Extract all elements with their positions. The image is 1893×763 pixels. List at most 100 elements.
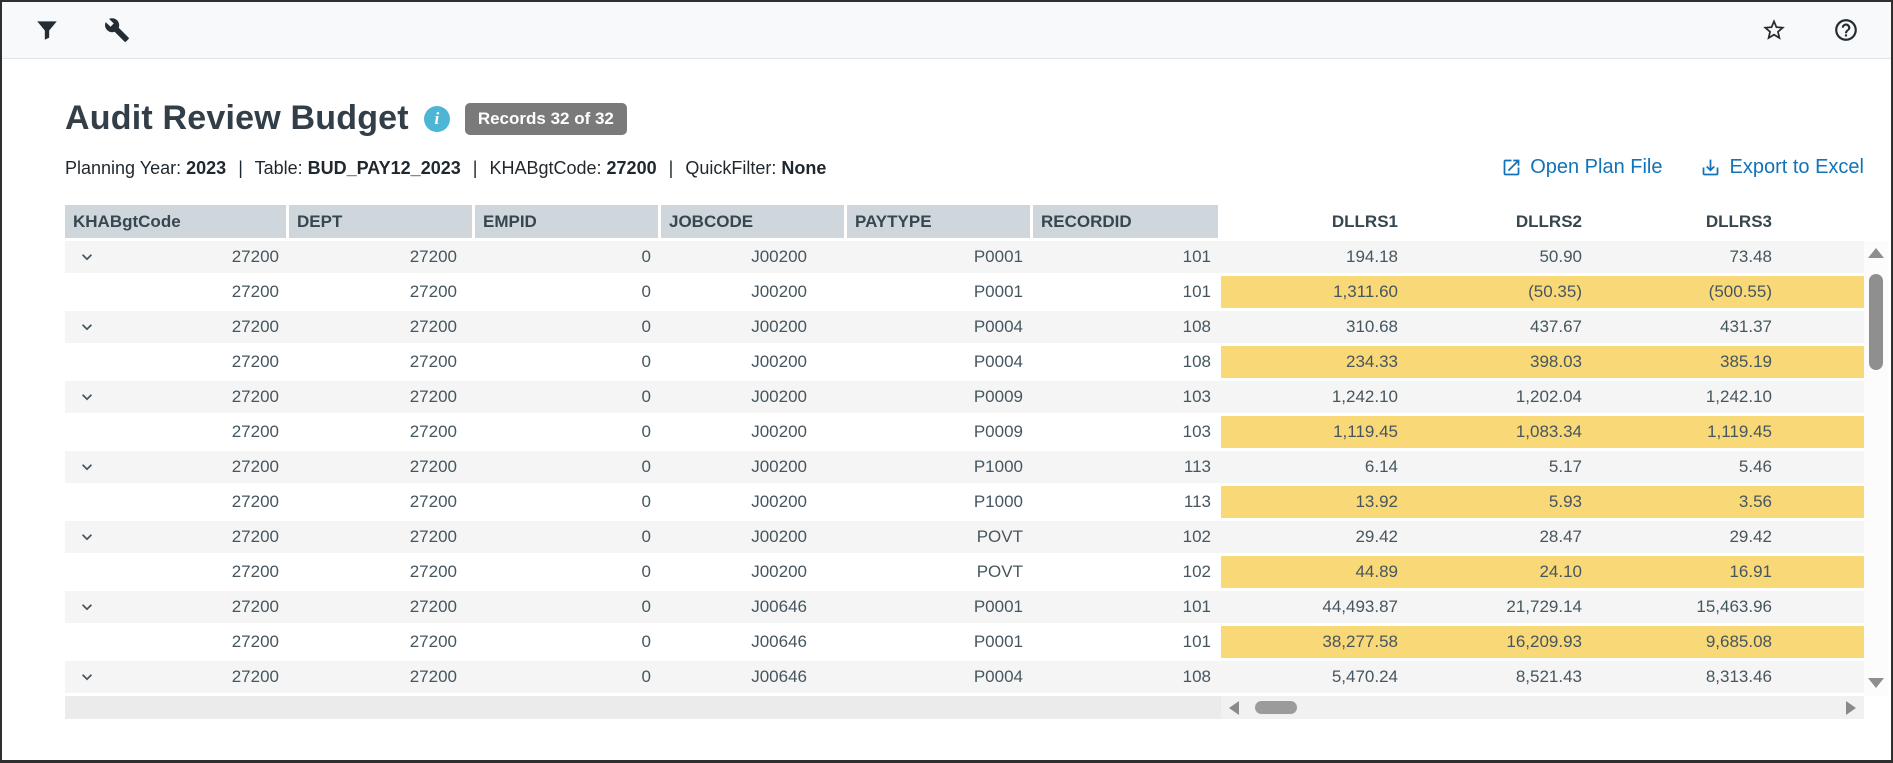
cell-recordid: 102: [1033, 521, 1221, 556]
cell-jobcode: J00646: [661, 661, 847, 696]
cell-dllrs3: 3.56: [1592, 486, 1782, 521]
table-row[interactable]: 27200 27200 0 J00200 P0004 108 310.68 43…: [65, 311, 1864, 346]
chevron-down-icon[interactable]: [77, 317, 97, 337]
cell-jobcode: J00200: [661, 451, 847, 486]
cell-jobcode: J00200: [661, 556, 847, 591]
chevron-down-icon[interactable]: [77, 247, 97, 267]
table-row[interactable]: 27200 27200 0 J00646 P0004 108 5,470.24 …: [65, 661, 1864, 696]
table-row[interactable]: 27200 27200 0 J00646 P0001 101 44,493.87…: [65, 591, 1864, 626]
export-to-excel-link[interactable]: Export to Excel: [1700, 156, 1864, 179]
cell-dllrs1: 38,277.58: [1221, 626, 1408, 661]
chevron-down-icon[interactable]: [77, 597, 97, 617]
cell-dept: 27200: [289, 661, 475, 696]
cell-dllrs1: 29.42: [1221, 521, 1408, 556]
horizontal-scroll-thumb[interactable]: [1255, 701, 1297, 714]
cell-jobcode: J00200: [661, 311, 847, 346]
cell-filler: [1782, 661, 1864, 696]
cell-empid: 0: [475, 311, 661, 346]
chevron-down-icon[interactable]: [77, 527, 97, 547]
column-header-jobcode[interactable]: JOBCODE: [661, 205, 847, 241]
filter-icon[interactable]: [32, 15, 62, 45]
cell-dllrs2: 21,729.14: [1408, 591, 1592, 626]
cell-recordid: 101: [1033, 626, 1221, 661]
chevron-down-icon[interactable]: [77, 387, 97, 407]
scroll-right-arrow-icon[interactable]: [1846, 701, 1856, 715]
cell-empid: 0: [475, 591, 661, 626]
cell-recordid: 101: [1033, 591, 1221, 626]
scroll-left-arrow-icon[interactable]: [1229, 701, 1239, 715]
star-icon[interactable]: [1759, 15, 1789, 45]
column-header-recordid[interactable]: RECORDID: [1033, 205, 1221, 241]
cell-filler: [1782, 556, 1864, 591]
cell-khabgtcode: 27200: [65, 591, 289, 626]
cell-khabgtcode: 27200: [65, 276, 289, 311]
cell-paytype: POVT: [847, 521, 1033, 556]
cell-khabgtcode: 27200: [65, 556, 289, 591]
table-row[interactable]: 27200 27200 0 J00200 P1000 113 6.14 5.17…: [65, 451, 1864, 486]
cell-dllrs1: 310.68: [1221, 311, 1408, 346]
vertical-scrollbar[interactable]: [1864, 241, 1888, 696]
cell-dllrs3: 1,242.10: [1592, 381, 1782, 416]
cell-empid: 0: [475, 451, 661, 486]
filter-summary: Planning Year: 2023 | Table: BUD_PAY12_2…: [65, 158, 826, 179]
table-row[interactable]: 27200 27200 0 J00200 P0009 103 1,119.45 …: [65, 416, 1864, 451]
app-window: Audit Review Budget i Records 32 of 32 P…: [0, 0, 1893, 763]
planning-year-label: Planning Year:: [65, 158, 181, 178]
help-icon[interactable]: [1831, 15, 1861, 45]
cell-filler: [1782, 241, 1864, 276]
table-row[interactable]: 27200 27200 0 J00200 P0001 101 1,311.60 …: [65, 276, 1864, 311]
horizontal-scrollbar[interactable]: [1221, 696, 1864, 719]
cell-empid: 0: [475, 241, 661, 276]
column-header-khabgtcode[interactable]: KHABgtCode: [65, 205, 289, 241]
info-icon[interactable]: i: [424, 106, 450, 132]
cell-dllrs2: 437.67: [1408, 311, 1592, 346]
cell-jobcode: J00646: [661, 626, 847, 661]
top-toolbar: [2, 2, 1891, 59]
meta-row: Planning Year: 2023 | Table: BUD_PAY12_2…: [65, 156, 1864, 179]
column-header-filler: [1782, 205, 1864, 241]
column-header-dept[interactable]: DEPT: [289, 205, 475, 241]
table-row[interactable]: 27200 27200 0 J00200 POVT 102 29.42 28.4…: [65, 521, 1864, 556]
cell-paytype: P0001: [847, 276, 1033, 311]
scroll-down-arrow-icon[interactable]: [1868, 678, 1884, 688]
table-row[interactable]: 27200 27200 0 J00200 P0001 101 194.18 50…: [65, 241, 1864, 276]
cell-empid: 0: [475, 556, 661, 591]
table-row[interactable]: 27200 27200 0 J00200 P0009 103 1,242.10 …: [65, 381, 1864, 416]
cell-dllrs2: 1,083.34: [1408, 416, 1592, 451]
scroll-up-arrow-icon[interactable]: [1868, 248, 1884, 258]
cell-dllrs1: 13.92: [1221, 486, 1408, 521]
open-plan-file-link[interactable]: Open Plan File: [1501, 156, 1662, 179]
cell-khabgtcode: 27200: [65, 381, 289, 416]
chevron-down-icon[interactable]: [77, 457, 97, 477]
cell-dept: 27200: [289, 486, 475, 521]
download-icon: [1700, 157, 1721, 178]
cell-dllrs1: 194.18: [1221, 241, 1408, 276]
cell-dept: 27200: [289, 276, 475, 311]
column-header-paytype[interactable]: PAYTYPE: [847, 205, 1033, 241]
column-header-dllrs2[interactable]: DLLRS2: [1408, 205, 1592, 241]
meta-separator: |: [669, 158, 674, 178]
cell-empid: 0: [475, 346, 661, 381]
cell-paytype: P0001: [847, 626, 1033, 661]
cell-empid: 0: [475, 521, 661, 556]
table-main: KHABgtCode DEPT EMPID JOBCODE PAYTYPE RE…: [65, 205, 1864, 719]
meta-separator: |: [473, 158, 478, 178]
cell-paytype: P0009: [847, 381, 1033, 416]
table-row[interactable]: 27200 27200 0 J00200 P1000 113 13.92 5.9…: [65, 486, 1864, 521]
cell-dllrs2: (50.35): [1408, 276, 1592, 311]
wrench-icon[interactable]: [102, 15, 132, 45]
column-header-dllrs1[interactable]: DLLRS1: [1221, 205, 1408, 241]
chevron-down-icon[interactable]: [77, 667, 97, 687]
scrollbar-filler: [65, 696, 1221, 719]
table-row[interactable]: 27200 27200 0 J00200 POVT 102 44.89 24.1…: [65, 556, 1864, 591]
table-row[interactable]: 27200 27200 0 J00646 P0001 101 38,277.58…: [65, 626, 1864, 661]
planning-year-value: 2023: [186, 158, 226, 178]
vertical-scroll-thumb[interactable]: [1869, 274, 1883, 370]
cell-empid: 0: [475, 416, 661, 451]
cell-dllrs1: 44,493.87: [1221, 591, 1408, 626]
table-row[interactable]: 27200 27200 0 J00200 P0004 108 234.33 39…: [65, 346, 1864, 381]
column-header-empid[interactable]: EMPID: [475, 205, 661, 241]
table-label: Table:: [255, 158, 303, 178]
column-header-dllrs3[interactable]: DLLRS3: [1592, 205, 1782, 241]
cell-khabgtcode: 27200: [65, 626, 289, 661]
